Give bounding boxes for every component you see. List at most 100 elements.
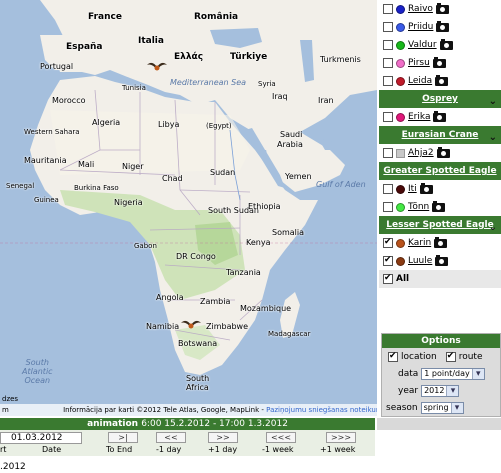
bird-row[interactable]: Iti [379, 180, 501, 198]
map-label-south-atlantic: South Atlantic Ocean [22, 358, 53, 385]
crane-list: Ahja2 [379, 144, 501, 162]
bird-name-link[interactable]: Priidu [408, 22, 433, 32]
bird-checkbox[interactable] [383, 4, 393, 14]
species-eurasian-crane[interactable]: Eurasian Crane ⌄ [379, 126, 501, 144]
bird-row[interactable]: Valdur [379, 36, 501, 54]
bird-color-icon [396, 76, 405, 86]
bird-name-link[interactable]: Tõnn [408, 202, 429, 212]
bird-name-link[interactable]: Luule [408, 256, 432, 266]
bird-checkbox[interactable] [383, 184, 393, 194]
camera-icon[interactable] [435, 2, 449, 14]
bird-checkbox[interactable] [383, 76, 393, 86]
to-end-button[interactable]: >| [108, 432, 138, 443]
plus-week-label: +1 week [320, 445, 356, 454]
bird-row[interactable]: Raivo [379, 0, 501, 18]
map-label-south-africa: South Africa [186, 374, 210, 392]
map-attribution: m Informācija par karti ©2012 Tele Atlas… [0, 404, 377, 416]
bird-name-link[interactable]: Iti [408, 184, 417, 194]
bird-color-icon [396, 40, 405, 50]
next-week-button[interactable]: >>> [326, 432, 356, 443]
species-osprey[interactable]: Osprey ⌄ [379, 90, 501, 108]
lse-list: Karin Luule [379, 234, 501, 270]
right-gray-bar [377, 418, 501, 430]
camera-icon[interactable] [435, 254, 449, 266]
map-label-tanzania: Tanzania [226, 268, 261, 277]
map-label-mali: Mali [78, 160, 95, 169]
bird-name-link[interactable]: Ahja2 [408, 148, 434, 158]
bird-row[interactable]: Leida [379, 72, 501, 90]
attribution-terms-link[interactable]: Paziņojumu sniegšanas noteikumi [266, 406, 377, 414]
bird-checkbox[interactable] [383, 254, 393, 266]
date-label: Date [42, 445, 62, 454]
map-label-espana: España [66, 42, 103, 52]
bird-row[interactable]: Priidu [379, 18, 501, 36]
chevron-icon: ⌄ [488, 132, 497, 143]
camera-icon[interactable] [432, 200, 446, 212]
map-label-zambia: Zambia [200, 297, 231, 306]
bird-checkbox[interactable] [383, 22, 393, 32]
data-select[interactable]: 1 point/day [421, 367, 485, 380]
prev-week-button[interactable]: <<< [266, 432, 296, 443]
bird-checkbox[interactable] [383, 112, 393, 122]
next-day-button[interactable]: >> [208, 432, 238, 443]
location-checkbox[interactable] [388, 350, 398, 362]
bird-checkbox[interactable] [383, 202, 393, 212]
map-label-guinea: Guinea [34, 196, 59, 204]
map-label-portugal: Portugal [40, 62, 74, 71]
all-row[interactable]: All [379, 270, 501, 288]
bird-name-link[interactable]: Raivo [408, 4, 433, 14]
attribution-text: Informācija par karti ©2012 Tele Atlas, … [63, 406, 267, 414]
bird-row[interactable]: Karin [379, 234, 501, 252]
species-greater-spotted-eagle[interactable]: Greater Spotted Eagle [379, 162, 501, 180]
bird-checkbox[interactable] [383, 58, 393, 68]
camera-icon[interactable] [419, 182, 433, 194]
map-label-syria: Syria [258, 80, 276, 88]
bird-name-link[interactable]: Valdur [408, 40, 437, 50]
start-label: rt [0, 445, 7, 454]
animation-bar: animation 6:00 15.2.2012 - 17:00 1.3.201… [0, 418, 375, 430]
map-label-dr-congo: DR Congo [176, 252, 216, 261]
map-label-botswana: Botswana [178, 339, 218, 348]
map-label-france: France [88, 12, 122, 22]
bird-row[interactable]: Ahja2 [379, 144, 501, 162]
camera-icon[interactable] [433, 110, 447, 122]
bird-checkbox[interactable] [383, 148, 393, 158]
bird-name-link[interactable]: Pirsu [408, 58, 430, 68]
bird-row[interactable]: Tõnn [379, 198, 501, 216]
animation-label: animation [87, 419, 139, 429]
prev-day-button[interactable]: << [156, 432, 186, 443]
bird-checkbox[interactable] [383, 236, 393, 248]
camera-icon[interactable] [435, 74, 449, 86]
camera-icon[interactable] [436, 146, 450, 158]
bird-row[interactable]: Luule [379, 252, 501, 270]
bird-checkbox[interactable] [383, 40, 393, 50]
species-lesser-spotted-eagle[interactable]: Lesser Spotted Eagle ⌄ [379, 216, 501, 234]
map-label-iraq: Iraq [272, 92, 288, 101]
date-input[interactable]: 01.03.2012 [0, 432, 82, 444]
all-label: All [396, 274, 410, 284]
bird-color-icon [396, 58, 405, 68]
route-checkbox[interactable] [445, 350, 456, 362]
all-checkbox[interactable] [383, 272, 393, 284]
bird-marker-south[interactable] [180, 318, 202, 332]
bird-marker-north[interactable] [146, 60, 168, 74]
bird-color-icon [396, 148, 405, 158]
bird-name-link[interactable]: Leida [408, 76, 432, 86]
camera-icon[interactable] [436, 20, 450, 32]
map-canvas[interactable]: France România España Italia Ελλάς Türki… [0, 0, 377, 416]
bird-name-link[interactable]: Erika [408, 112, 430, 122]
species-crane-label: Eurasian Crane [401, 130, 479, 140]
bird-row[interactable]: Pirsu [379, 54, 501, 72]
camera-icon[interactable] [439, 38, 453, 50]
season-select[interactable]: spring [420, 401, 464, 414]
camera-icon[interactable] [432, 56, 446, 68]
camera-icon[interactable] [434, 236, 448, 248]
map-label-ellas: Ελλάς [174, 52, 204, 62]
bird-row[interactable]: Erika [379, 108, 501, 126]
location-label: location [401, 351, 437, 362]
bird-name-link[interactable]: Karin [408, 238, 431, 248]
map-label-burkina: Burkina Faso [74, 184, 119, 192]
map-label-algeria: Algeria [92, 118, 121, 127]
option-year: year 2012 [382, 382, 500, 399]
year-select[interactable]: 2012 [421, 384, 460, 397]
